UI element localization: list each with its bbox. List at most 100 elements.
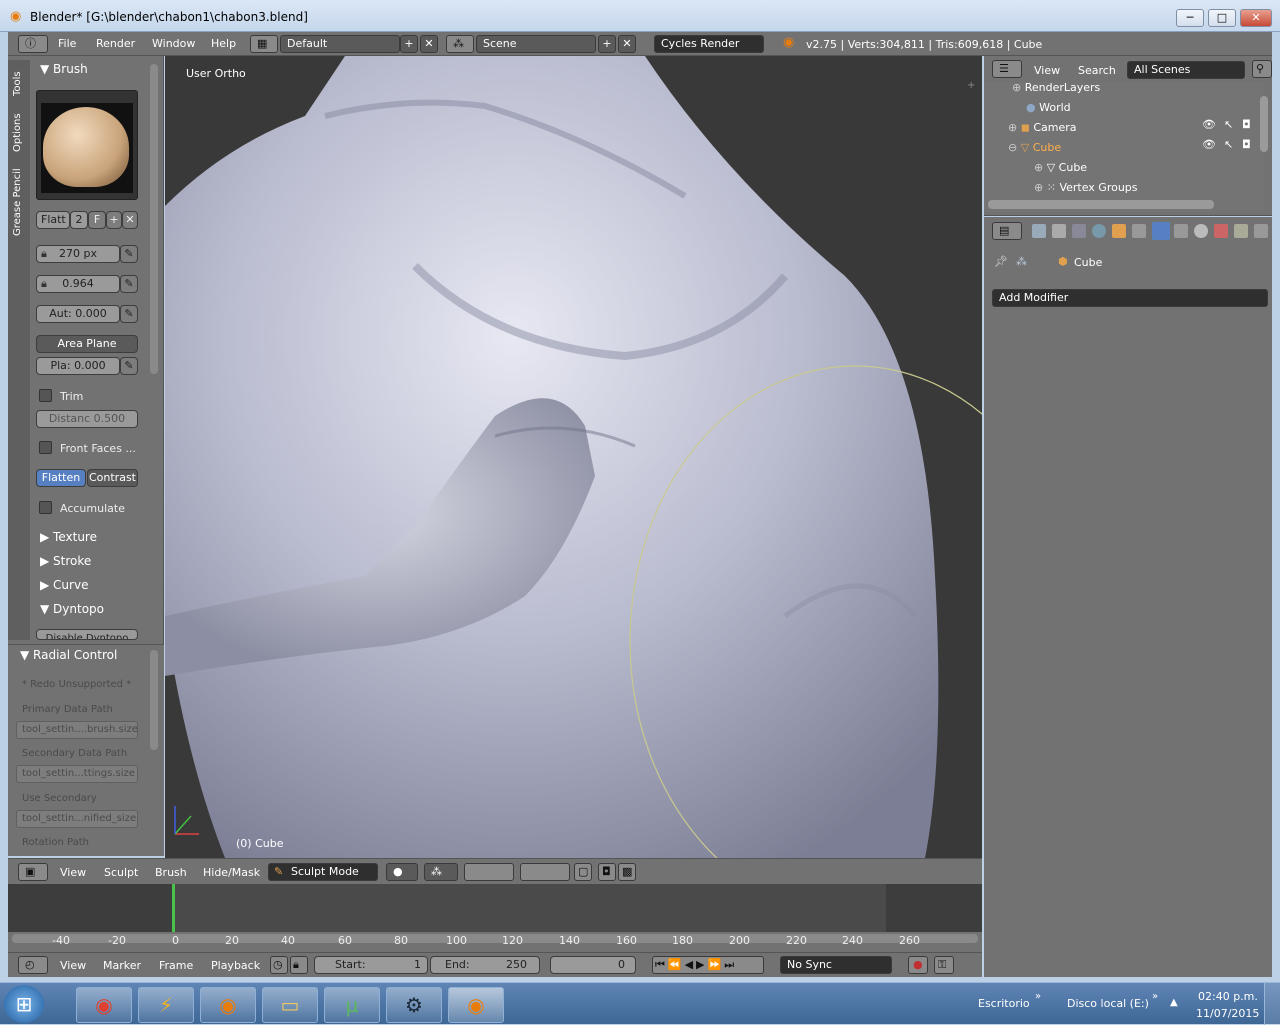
scene-field[interactable]: Scene bbox=[476, 35, 596, 53]
constraints-tab-icon[interactable] bbox=[1132, 224, 1146, 238]
cube-select-icon[interactable]: ↖ bbox=[1224, 138, 1233, 151]
disable-dyntopo-button[interactable]: Disable Dyntopo bbox=[36, 629, 138, 640]
vp-menu-view[interactable]: View bbox=[60, 866, 86, 879]
display-mode-select[interactable]: All Scenes bbox=[1127, 61, 1245, 79]
scene-icon[interactable]: ⁂ bbox=[446, 35, 474, 53]
taskbar-utorrent[interactable]: µ bbox=[324, 987, 380, 1023]
outliner-row-cube[interactable]: ⊖ ▽ Cube bbox=[1008, 138, 1061, 158]
taskbar-chrome[interactable]: ◉ bbox=[76, 987, 132, 1023]
start-button[interactable]: ⊞ bbox=[4, 985, 44, 1023]
outliner-menu-search[interactable]: Search bbox=[1078, 64, 1116, 77]
outliner-row-vertex-groups[interactable]: ⊕ ⁙ Vertex Groups bbox=[1034, 178, 1138, 198]
trim-distance-field[interactable]: Distanc 0.500 bbox=[36, 410, 138, 428]
accumulate-checkbox[interactable] bbox=[39, 501, 52, 514]
outliner-menu-view[interactable]: View bbox=[1034, 64, 1060, 77]
toolbar-expand-icon[interactable]: » bbox=[1152, 991, 1158, 1002]
outliner-row-world[interactable]: ● World bbox=[1026, 98, 1071, 118]
render-tab-icon[interactable] bbox=[1032, 224, 1046, 238]
modifiers-tab-icon[interactable] bbox=[1152, 222, 1170, 240]
render-engine-select[interactable]: Cycles Render bbox=[654, 35, 764, 53]
timeline-type-icon[interactable]: ◴ bbox=[18, 956, 48, 974]
plane-offset-field[interactable]: Pla: 0.000 bbox=[36, 357, 120, 375]
timeline-scrollbar[interactable] bbox=[12, 934, 978, 943]
material-tab-icon[interactable] bbox=[1194, 224, 1208, 238]
layers-grid-2[interactable] bbox=[520, 863, 570, 881]
primary-data-path-field[interactable]: tool_settin....brush.size bbox=[16, 721, 138, 739]
close-button[interactable]: ✕ bbox=[1240, 9, 1272, 27]
camera-visibility-icon[interactable]: 👁︎ bbox=[1202, 118, 1216, 131]
flatten-button[interactable]: Flatten bbox=[36, 469, 86, 487]
data-tab-icon[interactable] bbox=[1174, 224, 1188, 238]
object-tab-icon[interactable] bbox=[1112, 224, 1126, 238]
toolbar-expand-icon[interactable]: » bbox=[1035, 991, 1041, 1002]
taskbar-blender-2[interactable]: ◉ bbox=[448, 987, 504, 1023]
taskbar-winamp[interactable]: ⚡ bbox=[138, 987, 194, 1023]
trim-checkbox[interactable] bbox=[39, 389, 52, 402]
tab-options[interactable]: Options bbox=[12, 113, 23, 152]
pivot-select[interactable]: ⁂ bbox=[424, 863, 458, 881]
outliner-row-renderlayers[interactable]: ⊕ RenderLayers bbox=[1012, 78, 1100, 98]
radius-field[interactable]: 🔒︎ 270 px bbox=[36, 245, 120, 263]
physics-tab-icon[interactable] bbox=[1254, 224, 1268, 238]
3d-viewport[interactable]: User Ortho (0) Cube + bbox=[165, 56, 982, 858]
end-frame-field[interactable]: End: 250 bbox=[430, 956, 540, 974]
lock-icon[interactable]: 🔒︎ bbox=[41, 276, 47, 292]
properties-type-icon[interactable]: ▤ bbox=[992, 222, 1022, 240]
pressure-autosmooth-icon[interactable]: ✎ bbox=[120, 305, 138, 323]
taskbar-explorer[interactable]: ▭ bbox=[262, 987, 318, 1023]
tab-tools[interactable]: Tools bbox=[12, 71, 23, 96]
add-region-icon[interactable]: + bbox=[967, 80, 975, 91]
autosmooth-field[interactable]: Aut: 0.000 bbox=[36, 305, 120, 323]
cube-render-icon[interactable]: ◘ bbox=[1242, 138, 1251, 151]
toolbar-escritorio[interactable]: Escritorio bbox=[978, 997, 1030, 1010]
stroke-panel-header[interactable]: ▶ Stroke bbox=[40, 554, 91, 568]
outliner-type-icon[interactable]: ☰ bbox=[992, 60, 1022, 78]
screen-layout-icon[interactable]: ▦ bbox=[250, 35, 278, 53]
sync-mode-select[interactable]: No Sync bbox=[780, 956, 892, 974]
interaction-mode-select[interactable]: Sculpt Mode bbox=[268, 863, 378, 881]
keying-set-icon[interactable]: ⚿ bbox=[934, 956, 954, 974]
tl-menu-frame[interactable]: Frame bbox=[159, 959, 193, 972]
render-still-icon[interactable]: ◘ bbox=[598, 863, 616, 881]
start-frame-field[interactable]: Start: 1 bbox=[314, 956, 428, 974]
remove-layout-button[interactable]: ✕ bbox=[420, 35, 438, 53]
scene-tab-icon[interactable] bbox=[1072, 224, 1086, 238]
tab-grease-pencil[interactable]: Grease Pencil bbox=[12, 168, 23, 236]
remove-scene-button[interactable]: ✕ bbox=[618, 35, 636, 53]
viewport-type-icon[interactable]: ▣ bbox=[18, 863, 48, 881]
curve-panel-header[interactable]: ▶ Curve bbox=[40, 578, 88, 592]
tl-menu-view[interactable]: View bbox=[60, 959, 86, 972]
timeline-editor[interactable]: -40 -20 0 20 40 60 80 100 120 140 160 18… bbox=[8, 884, 982, 952]
unlink-brush-button[interactable]: ✕ bbox=[122, 211, 138, 229]
editor-type-icon[interactable]: ⓘ bbox=[18, 35, 48, 53]
toolbar-disco-local[interactable]: Disco local (E:) bbox=[1067, 997, 1149, 1010]
minimize-button[interactable]: ─ bbox=[1176, 9, 1204, 27]
vp-menu-sculpt[interactable]: Sculpt bbox=[104, 866, 138, 879]
lock-range-icon[interactable]: 🔒︎ bbox=[290, 956, 308, 974]
front-faces-checkbox[interactable] bbox=[39, 441, 52, 454]
use-secondary-field[interactable]: tool_settin...nified_size bbox=[16, 810, 138, 828]
brush-panel-header[interactable]: ▼ Brush bbox=[40, 62, 88, 76]
tool-shelf-scrollbar[interactable] bbox=[150, 64, 158, 374]
layers-grid-1[interactable] bbox=[464, 863, 514, 881]
pressure-plane-icon[interactable]: ✎ bbox=[120, 357, 138, 375]
maximize-button[interactable]: □ bbox=[1208, 9, 1236, 27]
clock-time[interactable]: 02:40 p.m. bbox=[1198, 990, 1258, 1003]
brush-preview[interactable] bbox=[36, 90, 138, 200]
menu-file[interactable]: File bbox=[58, 37, 76, 50]
menu-help[interactable]: Help bbox=[211, 37, 236, 50]
menu-render[interactable]: Render bbox=[96, 37, 135, 50]
viewport-shading-select[interactable]: ● bbox=[386, 863, 418, 881]
camera-render-icon[interactable]: ◘ bbox=[1242, 118, 1251, 131]
taskbar-blender-1[interactable]: ◉ bbox=[200, 987, 256, 1023]
add-layout-button[interactable]: + bbox=[400, 35, 418, 53]
vp-menu-hide-mask[interactable]: Hide/Mask bbox=[203, 866, 260, 879]
menu-window[interactable]: Window bbox=[152, 37, 195, 50]
redo-panel-scrollbar[interactable] bbox=[150, 650, 158, 750]
radial-control-header[interactable]: ▼ Radial Control bbox=[20, 648, 117, 662]
pressure-radius-icon[interactable]: ✎ bbox=[120, 245, 138, 263]
tl-menu-playback[interactable]: Playback bbox=[211, 959, 260, 972]
outliner-h-scrollbar[interactable] bbox=[988, 200, 1214, 209]
pin-icon[interactable]: 📌︎ bbox=[994, 255, 1008, 268]
current-frame-marker[interactable] bbox=[172, 884, 175, 936]
